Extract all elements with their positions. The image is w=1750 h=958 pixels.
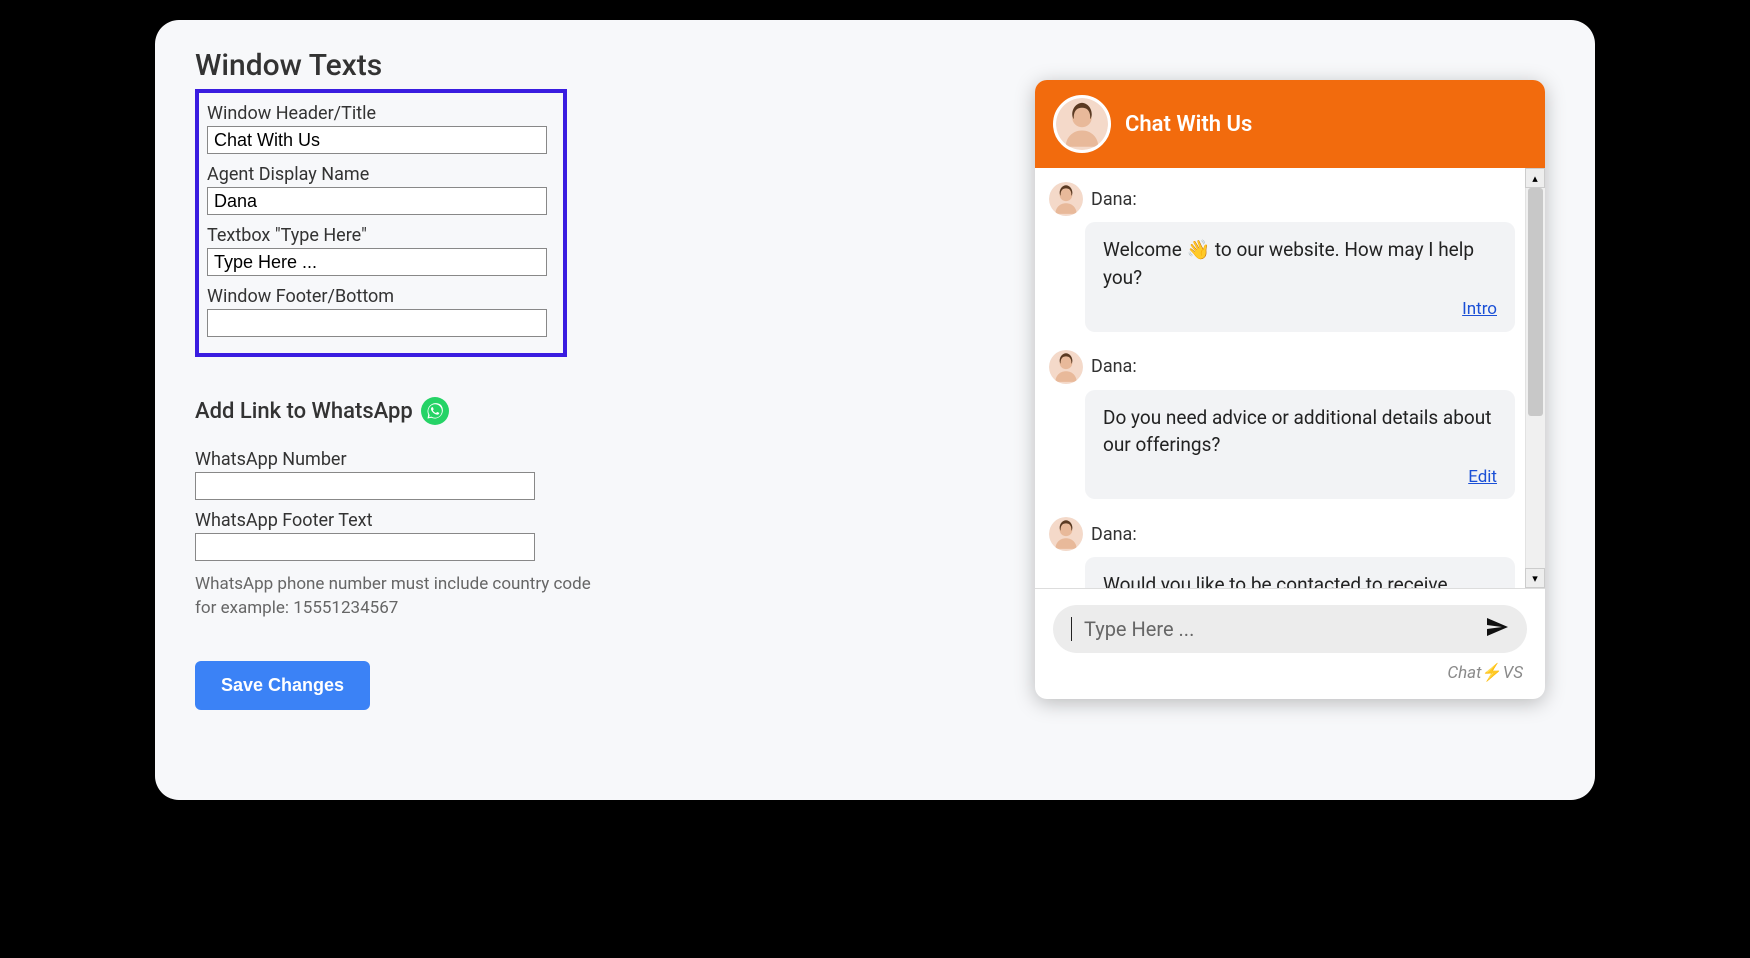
type-here-label: Textbox "Type Here" <box>207 225 551 246</box>
message-bubble: Do you need advice or additional details… <box>1085 390 1515 500</box>
settings-card: Window Texts Window Header/Title Agent D… <box>155 20 1595 800</box>
chat-message: Dana: Do you need advice or additional d… <box>1045 350 1515 500</box>
agent-name-label: Agent Display Name <box>207 164 551 185</box>
whatsapp-hint-line2: for example: 15551234567 <box>195 597 943 621</box>
footer-label: Window Footer/Bottom <box>207 286 551 307</box>
chat-header: Chat With Us <box>1035 80 1545 168</box>
chat-header-title: Chat With Us <box>1125 112 1252 137</box>
scrollbar-thumb[interactable] <box>1528 188 1543 416</box>
whatsapp-number-label: WhatsApp Number <box>195 449 943 470</box>
header-title-label: Window Header/Title <box>207 103 551 124</box>
agent-avatar-large <box>1053 95 1111 153</box>
agent-avatar-small <box>1049 517 1083 551</box>
scrollbar-up-button[interactable]: ▴ <box>1525 168 1545 188</box>
brand-footer: Chat⚡VS <box>1053 653 1527 691</box>
whatsapp-hint: WhatsApp phone number must include count… <box>195 573 943 621</box>
section-title: Window Texts <box>195 48 943 83</box>
whatsapp-number-input[interactable] <box>195 472 535 500</box>
agent-name-label: Dana: <box>1091 189 1137 210</box>
save-button[interactable]: Save Changes <box>195 661 370 710</box>
agent-name-label: Dana: <box>1091 524 1137 545</box>
message-bubble: Would you like to be contacted to receiv… <box>1085 557 1515 588</box>
message-text: Welcome 👋 to our website. How may I help… <box>1103 238 1474 289</box>
type-here-input[interactable] <box>207 248 547 276</box>
message-action-link[interactable]: Intro <box>1103 297 1497 322</box>
agent-name-input[interactable] <box>207 187 547 215</box>
bolt-icon: ⚡ <box>1482 663 1503 683</box>
send-icon[interactable] <box>1485 615 1509 643</box>
whatsapp-heading-text: Add Link to WhatsApp <box>195 399 413 424</box>
message-text: Do you need advice or additional details… <box>1103 406 1491 457</box>
chat-message: Dana: Would you like to be contacted to … <box>1045 517 1515 588</box>
whatsapp-heading: Add Link to WhatsApp <box>195 397 943 425</box>
chat-input[interactable]: Type Here ... <box>1053 605 1527 653</box>
whatsapp-footer-label: WhatsApp Footer Text <box>195 510 943 531</box>
left-panel: Window Texts Window Header/Title Agent D… <box>195 48 943 772</box>
message-bubble: Welcome 👋 to our website. How may I help… <box>1085 222 1515 332</box>
brand-text-b: VS <box>1503 663 1523 683</box>
agent-avatar-small <box>1049 182 1083 216</box>
window-texts-group: Window Header/Title Agent Display Name T… <box>195 89 567 357</box>
message-list: Dana: Welcome 👋 to our website. How may … <box>1035 168 1525 588</box>
header-title-input[interactable] <box>207 126 547 154</box>
message-text: Would you like to be contacted to receiv… <box>1103 573 1448 588</box>
whatsapp-hint-line1: WhatsApp phone number must include count… <box>195 573 943 597</box>
brand-text-a: Chat <box>1447 663 1481 683</box>
message-action-link[interactable]: Edit <box>1103 465 1497 490</box>
scrollbar-down-button[interactable]: ▾ <box>1525 568 1545 588</box>
footer-input[interactable] <box>207 309 547 337</box>
chat-footer: Type Here ... Chat⚡VS <box>1035 588 1545 699</box>
whatsapp-icon <box>421 397 449 425</box>
chat-body: ▴ ▾ Dana: Welcome 👋 to our website. How … <box>1035 168 1545 588</box>
scrollbar-track[interactable] <box>1525 188 1545 568</box>
agent-avatar-small <box>1049 350 1083 384</box>
whatsapp-footer-input[interactable] <box>195 533 535 561</box>
chat-input-placeholder: Type Here ... <box>1084 617 1473 641</box>
agent-name-label: Dana: <box>1091 356 1137 377</box>
text-caret <box>1071 617 1072 641</box>
chat-message: Dana: Welcome 👋 to our website. How may … <box>1045 182 1515 332</box>
chat-preview: Chat With Us ▴ ▾ Dana: Welcome 👋 to o <box>1035 80 1545 699</box>
